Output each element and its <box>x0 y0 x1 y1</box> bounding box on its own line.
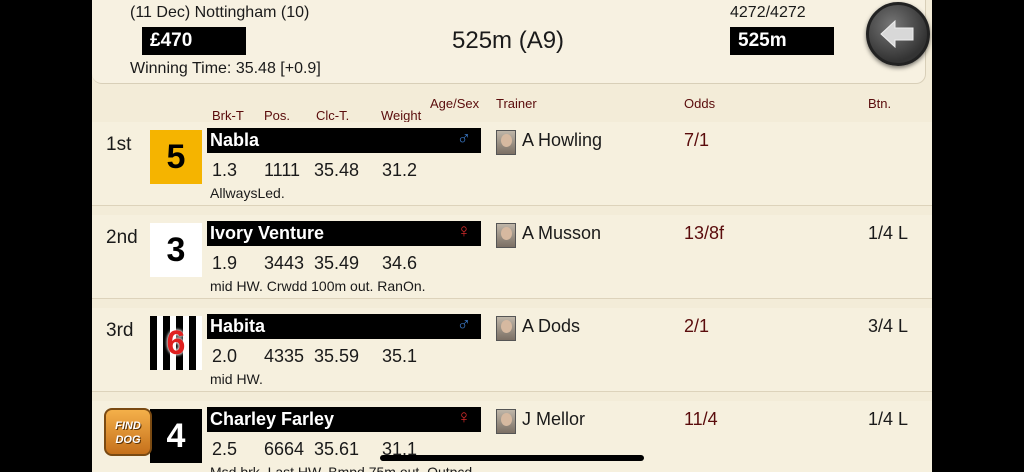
find-dog-label-1: FIND <box>115 420 141 432</box>
runner-row[interactable]: 2nd 3 Ivory Venture ♀ 1.9 3443 35.49 34.… <box>92 215 932 299</box>
dog-name-text: Nabla <box>210 130 260 150</box>
home-indicator[interactable] <box>380 455 644 461</box>
sectional-positions: 3443 <box>264 253 305 273</box>
odds: 11/4 <box>684 409 718 429</box>
calc-time: 35.48 <box>314 160 360 180</box>
race-header: (11 Dec) Nottingham (10) £470 Winning Ti… <box>92 0 930 84</box>
trap-badge: 4 <box>150 409 202 463</box>
sectional-positions: 6664 <box>264 439 305 459</box>
race-title: 525m (A9) <box>452 27 565 54</box>
trap-badge: 3 <box>150 223 202 277</box>
odds: 7/1 <box>684 130 710 150</box>
race-comment: mid HW. Crwdd 100m out. RanOn. <box>210 278 426 294</box>
distance-box: 525m <box>730 27 834 55</box>
col-btn: Btn. <box>868 96 892 111</box>
male-icon: ♂ <box>456 314 471 335</box>
trainer-photo <box>496 130 516 155</box>
runner-row[interactable]: 4 Charley Farley ♀ 2.5 6664 35.61 31.1 M… <box>92 401 932 472</box>
dog-name-text: Charley Farley <box>210 409 335 429</box>
sectional-positions: 1111 <box>264 160 301 180</box>
dog-name[interactable]: Charley Farley ♀ <box>207 407 481 432</box>
weight: 31.2 <box>382 160 418 180</box>
race-comment: AllwaysLed. <box>210 185 285 201</box>
col-brk-t: Brk-T <box>212 108 244 123</box>
dog-name[interactable]: Habita ♂ <box>207 314 481 339</box>
find-dog-label-2: DOG <box>115 434 141 446</box>
race-comment: mid HW. <box>210 371 263 387</box>
female-icon: ♀ <box>456 221 471 242</box>
col-age-sex: Age/Sex <box>430 96 480 111</box>
break-time: 2.0 <box>212 346 238 366</box>
meeting-label: (11 Dec) Nottingham (10) <box>130 4 310 21</box>
col-weight: Weight <box>381 108 422 123</box>
result-counter: 4272/4272 <box>730 4 806 21</box>
beaten-distance: 1/4 L <box>868 223 909 243</box>
dog-name[interactable]: Ivory Venture ♀ <box>207 221 481 246</box>
col-trainer: Trainer <box>496 96 537 111</box>
female-icon: ♀ <box>456 407 471 428</box>
finish-position: 2nd <box>106 227 138 248</box>
odds: 13/8f <box>684 223 725 243</box>
find-dog-button[interactable]: FIND DOG <box>104 408 152 456</box>
trainer-photo <box>496 223 516 248</box>
trainer-name[interactable]: J Mellor <box>522 409 585 430</box>
results-screen: (11 Dec) Nottingham (10) £470 Winning Ti… <box>92 0 932 472</box>
odds: 2/1 <box>684 316 710 336</box>
runner-row[interactable]: 3rd 6 Habita ♂ 2.0 4335 35.59 35.1 mid H… <box>92 308 932 392</box>
trainer-photo <box>496 409 516 434</box>
trainer-photo <box>496 316 516 341</box>
prize-box: £470 <box>142 27 246 55</box>
col-clc-t: Clc-T. <box>316 108 350 123</box>
col-pos: Pos. <box>264 108 291 123</box>
race-comment: Msd brk. Last HW. Bmpd 75m out. Outpcd. <box>210 464 477 472</box>
calc-time: 35.49 <box>314 253 360 273</box>
col-odds: Odds <box>684 96 716 111</box>
sectional-positions: 4335 <box>264 346 305 366</box>
finish-position: 3rd <box>106 320 134 341</box>
back-button[interactable] <box>866 2 930 66</box>
calc-time: 35.59 <box>314 346 360 366</box>
beaten-distance: 3/4 L <box>868 316 909 336</box>
male-icon: ♂ <box>456 128 471 149</box>
beaten-distance: 1/4 L <box>868 409 909 429</box>
trainer-name[interactable]: A Musson <box>522 223 601 244</box>
weight: 34.6 <box>382 253 418 273</box>
dog-name-text: Habita <box>210 316 266 336</box>
break-time: 1.9 <box>212 253 238 273</box>
trainer-name[interactable]: A Howling <box>522 130 602 151</box>
calc-time: 35.61 <box>314 439 360 459</box>
break-time: 2.5 <box>212 439 238 459</box>
trap-badge: 6 <box>150 316 202 370</box>
trap-badge: 5 <box>150 130 202 184</box>
winning-time: Winning Time: 35.48 [+0.9] <box>130 60 321 77</box>
dog-name-text: Ivory Venture <box>210 223 325 243</box>
back-arrow-icon <box>880 19 914 49</box>
break-time: 1.3 <box>212 160 238 180</box>
weight: 35.1 <box>382 346 418 366</box>
trainer-name[interactable]: A Dods <box>522 316 580 337</box>
finish-position: 1st <box>106 134 132 155</box>
runner-row[interactable]: 1st 5 Nabla ♂ 1.3 1111 35.48 31.2 Allway… <box>92 122 932 206</box>
dog-name[interactable]: Nabla ♂ <box>207 128 481 153</box>
